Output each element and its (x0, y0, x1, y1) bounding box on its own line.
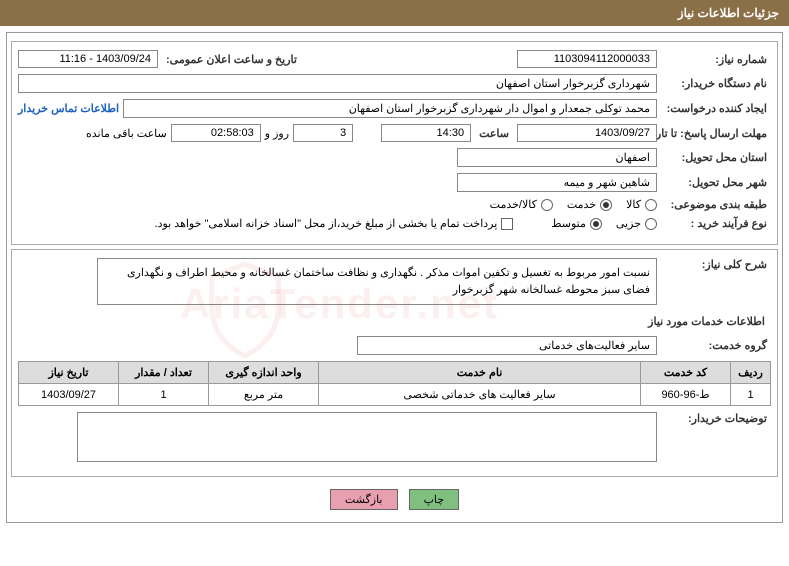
announce-field: 1403/09/24 - 11:16 (18, 50, 158, 68)
cell-code: ط-96-960 (641, 384, 731, 406)
payment-note: پرداخت تمام یا بخشی از مبلغ خرید،از محل … (155, 217, 498, 230)
desc-section: شرح کلی نیاز: نسبت امور مربوط به تغسیل و… (11, 249, 778, 477)
need-no-label: شماره نیاز: (661, 53, 771, 66)
process-radio-group: جزیی متوسط (551, 217, 657, 230)
days-suffix: روز و (265, 127, 289, 140)
services-header: اطلاعات خدمات مورد نیاز (18, 311, 771, 332)
page-title: جزئیات اطلاعات نیاز (678, 6, 779, 20)
th-code: کد خدمت (641, 362, 731, 384)
radio-goods[interactable]: کالا (626, 198, 657, 211)
main-container: شماره نیاز: 1103094112000033 تاریخ و ساع… (6, 32, 783, 523)
th-unit: واحد اندازه گیری (209, 362, 319, 384)
category-radio-group: کالا خدمت کالا/خدمت (490, 198, 657, 211)
radio-small[interactable]: جزیی (616, 217, 657, 230)
announce-label: تاریخ و ساعت اعلان عمومی: (162, 53, 301, 66)
buyer-comment-label: توضیحات خریدار: (661, 412, 771, 425)
general-desc-label: شرح کلی نیاز: (661, 258, 771, 271)
days-field: 3 (293, 124, 353, 142)
requester-field: محمد توکلی جمعدار و اموال دار شهرداری گز… (123, 99, 657, 118)
cell-name: سایر فعالیت های خدماتی شخصی (319, 384, 641, 406)
service-group-label: گروه خدمت: (661, 339, 771, 352)
th-qty: تعداد / مقدار (119, 362, 209, 384)
buyer-comment-box (77, 412, 657, 462)
radio-medium[interactable]: متوسط (551, 217, 602, 230)
deadline-date-field: 1403/09/27 (517, 124, 657, 142)
deadline-label: مهلت ارسال پاسخ: تا تاریخ: (661, 127, 771, 140)
th-idx: ردیف (731, 362, 771, 384)
time-label: ساعت (475, 127, 513, 140)
contact-link[interactable]: اطلاعات تماس خریدار (18, 102, 119, 115)
cell-idx: 1 (731, 384, 771, 406)
province-label: استان محل تحویل: (661, 151, 771, 164)
province-field: اصفهان (457, 148, 657, 167)
city-field: شاهین شهر و میمه (457, 173, 657, 192)
print-button[interactable]: چاپ (409, 489, 460, 510)
countdown-suffix: ساعت باقی مانده (86, 127, 167, 140)
th-date: تاریخ نیاز (19, 362, 119, 384)
cell-qty: 1 (119, 384, 209, 406)
services-table: ردیف کد خدمت نام خدمت واحد اندازه گیری ت… (18, 361, 771, 406)
requester-label: ایجاد کننده درخواست: (661, 102, 771, 115)
service-group-field: سایر فعالیت‌های خدماتی (357, 336, 657, 355)
buyer-org-label: نام دستگاه خریدار: (661, 77, 771, 90)
city-label: شهر محل تحویل: (661, 176, 771, 189)
th-name: نام خدمت (319, 362, 641, 384)
general-desc-box: نسبت امور مربوط به تغسیل و تکفین اموات م… (97, 258, 657, 305)
page-header: جزئیات اطلاعات نیاز (0, 0, 789, 26)
deadline-time-field: 14:30 (381, 124, 471, 142)
buyer-org-field: شهرداری گزبرخوار استان اصفهان (18, 74, 657, 93)
need-no-field: 1103094112000033 (517, 50, 657, 68)
info-section: شماره نیاز: 1103094112000033 تاریخ و ساع… (11, 41, 778, 245)
cell-date: 1403/09/27 (19, 384, 119, 406)
button-row: چاپ بازگشت (11, 481, 778, 518)
process-label: نوع فرآیند خرید : (661, 217, 771, 230)
table-header-row: ردیف کد خدمت نام خدمت واحد اندازه گیری ت… (19, 362, 771, 384)
countdown-field: 02:58:03 (171, 124, 261, 142)
radio-service[interactable]: خدمت (567, 198, 612, 211)
back-button[interactable]: بازگشت (330, 489, 398, 510)
cell-unit: متر مربع (209, 384, 319, 406)
table-row: 1 ط-96-960 سایر فعالیت های خدماتی شخصی م… (19, 384, 771, 406)
radio-both[interactable]: کالا/خدمت (490, 198, 553, 211)
category-label: طبقه بندی موضوعی: (661, 198, 771, 211)
payment-checkbox[interactable] (501, 218, 513, 230)
